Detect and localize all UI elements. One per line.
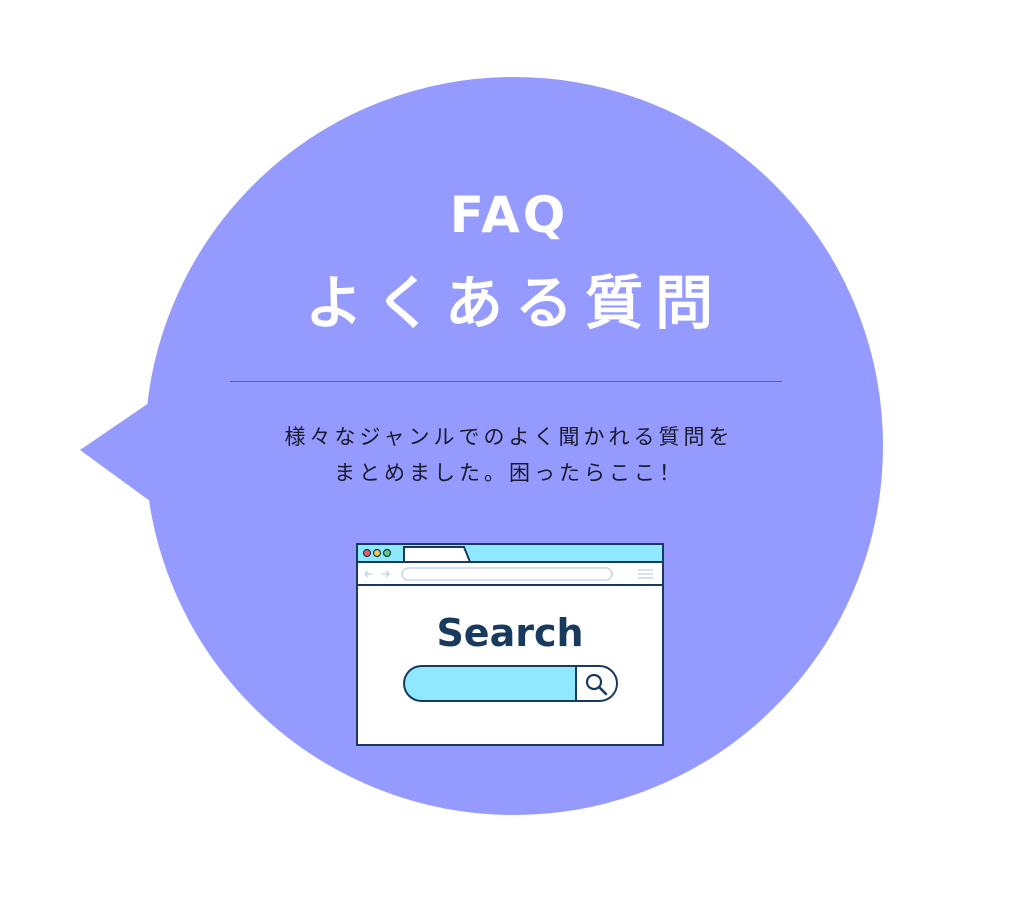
description-line-2: まとめました。困ったらここ！ [334,461,684,485]
magnifier-icon [585,673,608,696]
search-heading: Search [436,611,584,655]
divider [230,381,782,382]
description-line-1: 様々なジャンルでのよく聞かれる質問を [284,425,734,449]
window-dots-icon [362,548,392,558]
page-title-ja: よくある質問 [304,269,725,337]
search-button-illustration [575,665,618,702]
page-title-en: FAQ [449,186,569,244]
search-input-illustration [403,665,575,702]
